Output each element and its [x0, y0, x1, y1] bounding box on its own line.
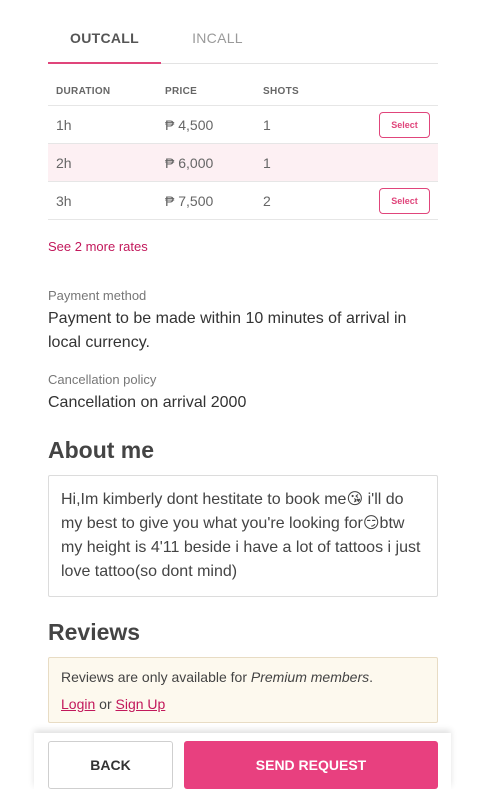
payment-method-label: Payment method: [48, 288, 147, 303]
select-rate-button[interactable]: Select: [379, 188, 430, 214]
table-row: 3h ₱ 7,500 2 Select: [48, 182, 438, 220]
notice-suffix: .: [369, 669, 374, 685]
table-row[interactable]: 2h ₱ 6,000 1: [48, 144, 438, 182]
shots-header: SHOTS: [263, 86, 299, 97]
rate-shots: 1: [263, 155, 271, 171]
auth-links: Login or Sign Up: [61, 695, 425, 713]
or-text: or: [95, 696, 116, 712]
payment-method-value: Payment to be made within 10 minutes of …: [48, 310, 407, 351]
duration-header: DURATION: [56, 86, 111, 97]
tab-incall[interactable]: INCALL: [161, 18, 274, 64]
send-request-button[interactable]: SEND REQUEST: [184, 741, 438, 789]
about-text: Hi,Im kimberly dont hestitate to book me…: [48, 475, 438, 597]
tab-outcall[interactable]: OUTCALL: [48, 18, 161, 64]
cancellation-policy-label: Cancellation policy: [48, 372, 157, 387]
reviews-notice-text: Reviews are only available for Premium m…: [61, 668, 425, 686]
rate-duration: 1h: [56, 117, 72, 133]
rate-price: ₱ 7,500: [165, 193, 214, 209]
rate-tabs: OUTCALL INCALL: [48, 18, 438, 64]
about-heading: About me: [48, 437, 155, 463]
rate-duration: 2h: [56, 155, 72, 171]
reviews-notice: Reviews are only available for Premium m…: [48, 657, 438, 723]
rate-price: ₱ 6,000: [165, 155, 214, 171]
notice-prefix: Reviews are only available for: [61, 669, 251, 685]
back-button[interactable]: BACK: [48, 741, 173, 789]
rates-table-header: DURATION PRICE SHOTS: [48, 76, 438, 106]
rates-table: DURATION PRICE SHOTS 1h ₱ 4,500 1 Select…: [48, 76, 438, 220]
rate-shots: 2: [263, 193, 271, 209]
reviews-heading: Reviews: [48, 619, 141, 645]
login-link[interactable]: Login: [61, 696, 95, 712]
rate-duration: 3h: [56, 193, 72, 209]
signup-link[interactable]: Sign Up: [116, 696, 166, 712]
price-header: PRICE: [165, 86, 198, 97]
cancellation-policy-value: Cancellation on arrival 2000: [48, 394, 247, 411]
premium-members-text: Premium members: [250, 669, 370, 685]
rate-shots: 1: [263, 117, 271, 133]
see-more-rates-link[interactable]: See 2 more rates: [48, 239, 148, 254]
table-row: 1h ₱ 4,500 1 Select: [48, 106, 438, 144]
select-rate-button[interactable]: Select: [379, 112, 430, 138]
rate-price: ₱ 4,500: [165, 117, 214, 133]
